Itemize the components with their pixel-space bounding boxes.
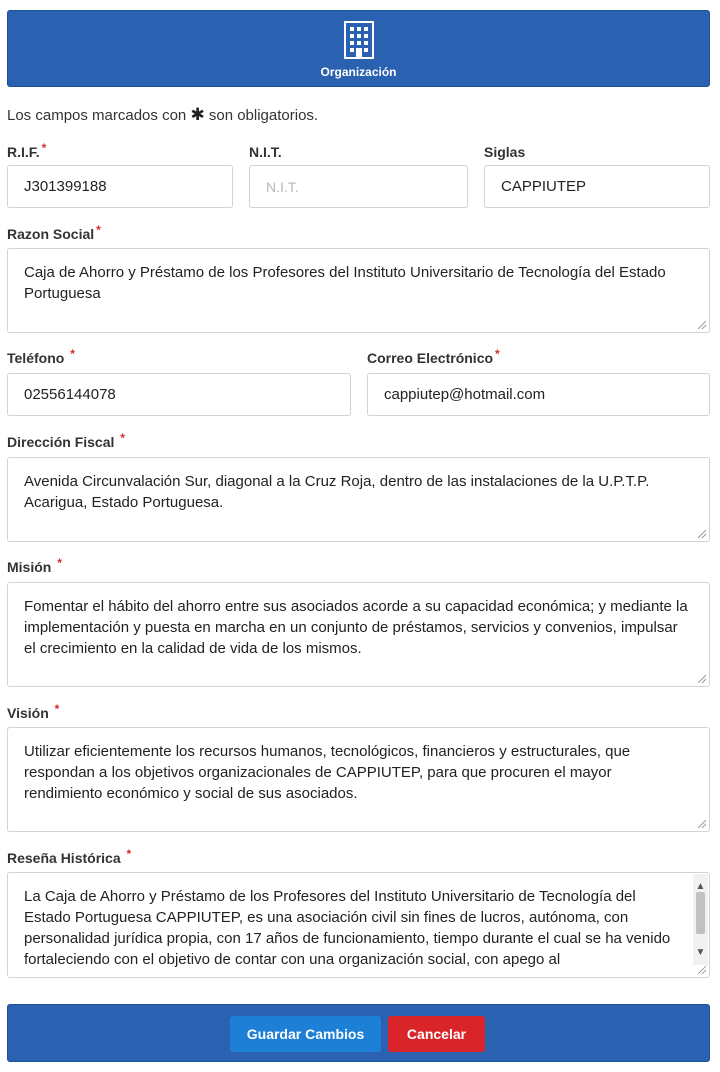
rif-label: R.I.F. *: [7, 141, 47, 160]
building-icon: [343, 20, 374, 59]
siglas-input[interactable]: CAPPIUTEP: [484, 165, 710, 208]
direccion-label: Dirección Fiscal *: [7, 431, 125, 450]
resize-handle-icon[interactable]: [698, 966, 706, 974]
scrollbar[interactable]: ▲ ▼: [693, 874, 708, 965]
vision-label: Visión *: [7, 702, 60, 721]
rif-input[interactable]: J301399188: [7, 165, 233, 208]
asterisk-icon: ✱: [190, 105, 205, 124]
page-title: Organización: [320, 64, 397, 79]
razon-social-label: Razon Social *: [7, 223, 101, 242]
nit-input[interactable]: N.I.T.: [249, 165, 468, 208]
scroll-down-icon[interactable]: ▼: [693, 942, 708, 963]
nit-label: N.I.T.: [249, 144, 282, 160]
vision-textarea[interactable]: Utilizar eficientemente los recursos hum…: [7, 727, 710, 832]
mision-textarea[interactable]: Fomentar el hábito del ahorro entre sus …: [7, 582, 710, 687]
cancel-button[interactable]: Cancelar: [388, 1016, 485, 1052]
razon-social-textarea[interactable]: Caja de Ahorro y Préstamo de los Profeso…: [7, 248, 710, 333]
form-actions-bar: Guardar Cambios Cancelar: [7, 1004, 710, 1062]
direccion-textarea[interactable]: Avenida Circunvalación Sur, diagonal a l…: [7, 457, 710, 542]
resena-label: Reseña Histórica *: [7, 847, 132, 866]
mision-label: Misión *: [7, 556, 62, 575]
telefono-label: Teléfono *: [7, 347, 75, 366]
scrollbar-thumb[interactable]: [696, 892, 705, 934]
correo-label: Correo Electrónico *: [367, 347, 500, 366]
correo-input[interactable]: cappiutep@hotmail.com: [367, 373, 710, 416]
resize-handle-icon[interactable]: [698, 530, 706, 538]
resize-handle-icon[interactable]: [698, 820, 706, 828]
resena-textarea[interactable]: La Caja de Ahorro y Préstamo de los Prof…: [7, 872, 710, 978]
required-notice: Los campos marcados con ✱ son obligatori…: [7, 105, 319, 124]
resize-handle-icon[interactable]: [698, 675, 706, 683]
page-header: Organización: [7, 10, 710, 87]
siglas-label: Siglas: [484, 144, 526, 160]
save-button[interactable]: Guardar Cambios: [230, 1016, 381, 1052]
telefono-input[interactable]: 02556144078: [7, 373, 351, 416]
resize-handle-icon[interactable]: [698, 321, 706, 329]
